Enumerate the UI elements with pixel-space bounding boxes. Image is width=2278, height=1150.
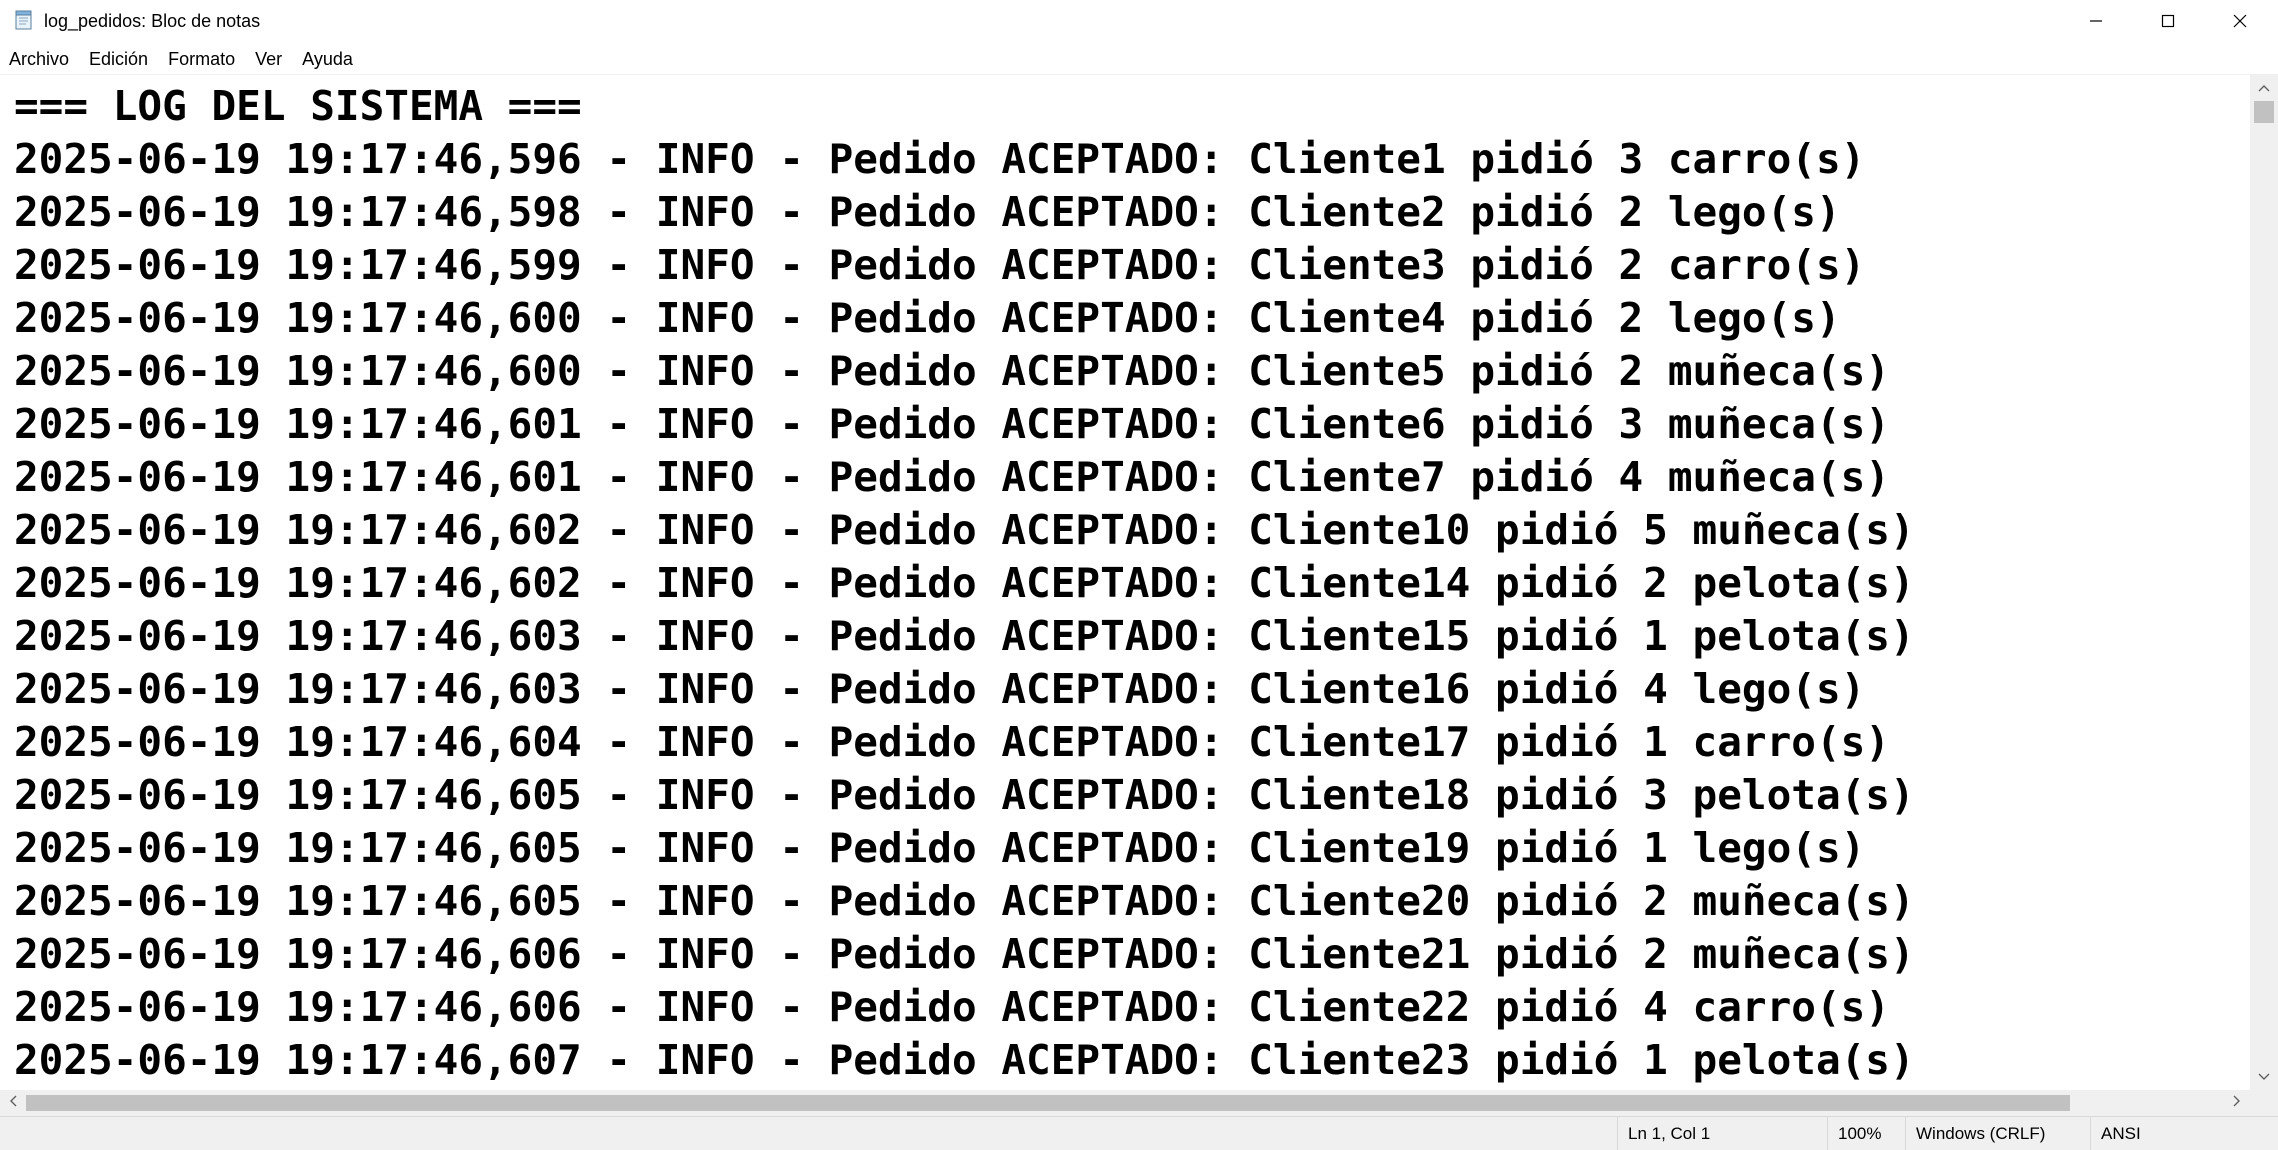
menu-edicion[interactable]: Edición xyxy=(79,45,158,73)
close-icon xyxy=(2232,13,2248,29)
text-line[interactable]: 2025-06-19 19:17:46,602 - INFO - Pedido … xyxy=(14,557,1915,610)
zoom-level: 100% xyxy=(1827,1117,1905,1150)
text-line[interactable]: 2025-06-19 19:17:46,602 - INFO - Pedido … xyxy=(14,504,1915,557)
status-bar: Ln 1, Col 1 100% Windows (CRLF) ANSI xyxy=(0,1116,2278,1150)
text-line[interactable]: 2025-06-19 19:17:46,604 - INFO - Pedido … xyxy=(14,716,1915,769)
minimize-icon xyxy=(2088,13,2104,29)
window-title: log_pedidos: Bloc de notas xyxy=(44,11,261,31)
text-line[interactable]: 2025-06-19 19:17:46,606 - INFO - Pedido … xyxy=(14,928,1915,981)
horizontal-scrollbar[interactable] xyxy=(0,1090,2250,1116)
chevron-down-icon xyxy=(2258,1068,2270,1086)
horizontal-scroll-thumb[interactable] xyxy=(26,1095,2070,1111)
encoding: ANSI xyxy=(2090,1117,2278,1150)
menu-bar: Archivo Edición Formato Ver Ayuda xyxy=(0,44,2278,74)
chevron-left-icon xyxy=(9,1094,17,1112)
scrollbar-corner xyxy=(2250,1090,2278,1116)
text-line[interactable]: 2025-06-19 19:17:46,607 - INFO - Pedido … xyxy=(14,1034,1915,1087)
notepad-window: log_pedidos: Bloc de notas Archivo Edici… xyxy=(0,0,2278,1150)
text-line[interactable]: 2025-06-19 19:17:46,601 - INFO - Pedido … xyxy=(14,398,1915,451)
text-line[interactable]: 2025-06-19 19:17:46,598 - INFO - Pedido … xyxy=(14,186,1915,239)
scroll-left-button[interactable] xyxy=(0,1090,26,1116)
text-line[interactable]: 2025-06-19 19:17:46,605 - INFO - Pedido … xyxy=(14,769,1915,822)
text-line[interactable]: 2025-06-19 19:17:46,600 - INFO - Pedido … xyxy=(14,345,1915,398)
close-button[interactable] xyxy=(2204,0,2276,42)
vertical-scrollbar[interactable] xyxy=(2250,75,2278,1090)
minimize-button[interactable] xyxy=(2060,0,2132,42)
scroll-down-button[interactable] xyxy=(2250,1064,2278,1090)
editor-content[interactable]: === LOG DEL SISTEMA === 2025-06-19 19:17… xyxy=(14,80,1915,1087)
cursor-position: Ln 1, Col 1 xyxy=(1617,1117,1827,1150)
text-line[interactable]: 2025-06-19 19:17:46,600 - INFO - Pedido … xyxy=(14,292,1915,345)
text-line[interactable]: 2025-06-19 19:17:46,596 - INFO - Pedido … xyxy=(14,133,1915,186)
text-line[interactable]: 2025-06-19 19:17:46,603 - INFO - Pedido … xyxy=(14,663,1915,716)
text-line[interactable]: === LOG DEL SISTEMA === xyxy=(14,80,1915,133)
text-editor[interactable]: === LOG DEL SISTEMA === 2025-06-19 19:17… xyxy=(0,75,2250,1090)
chevron-up-icon xyxy=(2258,79,2270,97)
scroll-up-button[interactable] xyxy=(2250,75,2278,101)
text-line[interactable]: 2025-06-19 19:17:46,605 - INFO - Pedido … xyxy=(14,822,1915,875)
menu-formato[interactable]: Formato xyxy=(158,45,245,73)
text-line[interactable]: 2025-06-19 19:17:46,606 - INFO - Pedido … xyxy=(14,981,1915,1034)
text-line[interactable]: 2025-06-19 19:17:46,601 - INFO - Pedido … xyxy=(14,451,1915,504)
menu-ver[interactable]: Ver xyxy=(245,45,292,73)
menu-archivo[interactable]: Archivo xyxy=(0,45,79,73)
text-line[interactable]: 2025-06-19 19:17:46,599 - INFO - Pedido … xyxy=(14,239,1915,292)
text-line[interactable]: 2025-06-19 19:17:46,603 - INFO - Pedido … xyxy=(14,610,1915,663)
maximize-button[interactable] xyxy=(2132,0,2204,42)
chevron-right-icon xyxy=(2233,1094,2241,1112)
line-ending: Windows (CRLF) xyxy=(1905,1117,2090,1150)
menu-ayuda[interactable]: Ayuda xyxy=(292,45,363,73)
maximize-icon xyxy=(2160,13,2176,29)
vertical-scroll-thumb[interactable] xyxy=(2254,101,2274,123)
notepad-icon[interactable] xyxy=(13,9,35,31)
scroll-right-button[interactable] xyxy=(2224,1090,2250,1116)
text-line[interactable]: 2025-06-19 19:17:46,605 - INFO - Pedido … xyxy=(14,875,1915,928)
title-bar[interactable]: log_pedidos: Bloc de notas xyxy=(0,0,2278,42)
